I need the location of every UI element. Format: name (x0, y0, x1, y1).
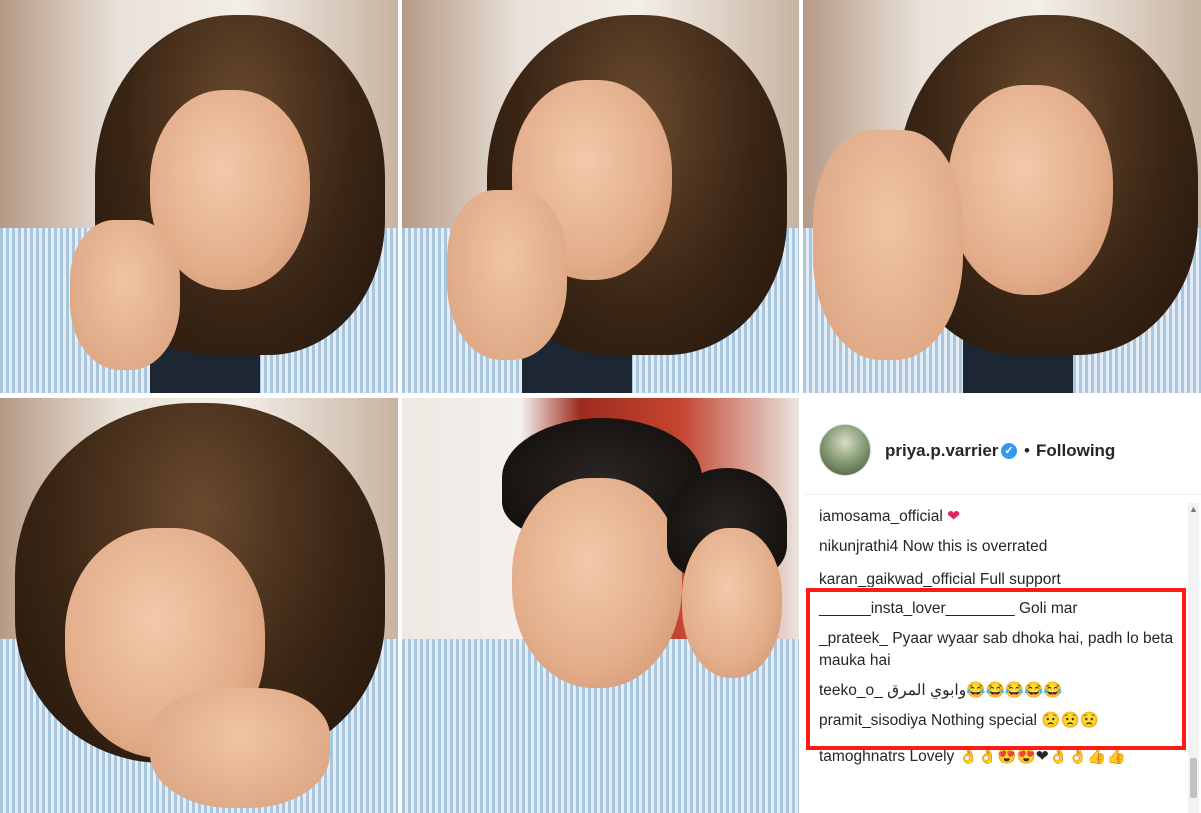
comment-emoji: 👌👌😍😍❤👌👌👍👍 (958, 748, 1126, 765)
scroll-thumb[interactable] (1190, 758, 1197, 798)
hand (70, 220, 180, 370)
photo-tile-3 (803, 0, 1201, 393)
comment-username[interactable]: nikunjrathi4 (819, 538, 898, 555)
photo-tile-5 (402, 398, 799, 813)
highlight-box (806, 588, 1186, 750)
hand (813, 130, 963, 360)
comments-list: iamosama_official ❤ nikunjrathi4 Now thi… (819, 506, 1179, 566)
comments-scrollbar[interactable]: ▲ (1188, 503, 1199, 813)
post-header: priya.p.varrier ✓ • Following (803, 398, 1201, 495)
hand (150, 688, 330, 808)
avatar[interactable] (819, 424, 871, 476)
chevron-up-icon[interactable]: ▲ (1188, 503, 1199, 515)
comment-item-clipped: karan_gaikwad_official Full support (819, 569, 1179, 587)
photo-tile-1 (0, 0, 398, 393)
photo-tile-4 (0, 398, 398, 813)
comment-item: nikunjrathi4 Now this is overrated (819, 536, 1179, 558)
following-button[interactable]: Following (1036, 441, 1115, 461)
separator-dot: • (1024, 441, 1030, 460)
hand (447, 190, 567, 360)
boy-face (512, 478, 682, 688)
comment-emoji: ❤ (947, 508, 961, 525)
second-boy-face (682, 528, 782, 678)
comment-item: iamosama_official ❤ (819, 506, 1179, 528)
photo-tile-2 (402, 0, 799, 393)
comment-text: Now this is overrated (902, 538, 1048, 555)
comment-username[interactable]: karan_gaikwad_official (819, 571, 976, 587)
face (948, 85, 1113, 295)
comment-text: Lovely (909, 748, 955, 765)
comment-username[interactable]: iamosama_official (819, 508, 943, 525)
verified-badge-icon: ✓ (1001, 443, 1017, 459)
comment-text: Full support (979, 571, 1061, 587)
comment-username[interactable]: tamoghnatrs (819, 748, 905, 765)
post-username[interactable]: priya.p.varrier (885, 441, 998, 461)
